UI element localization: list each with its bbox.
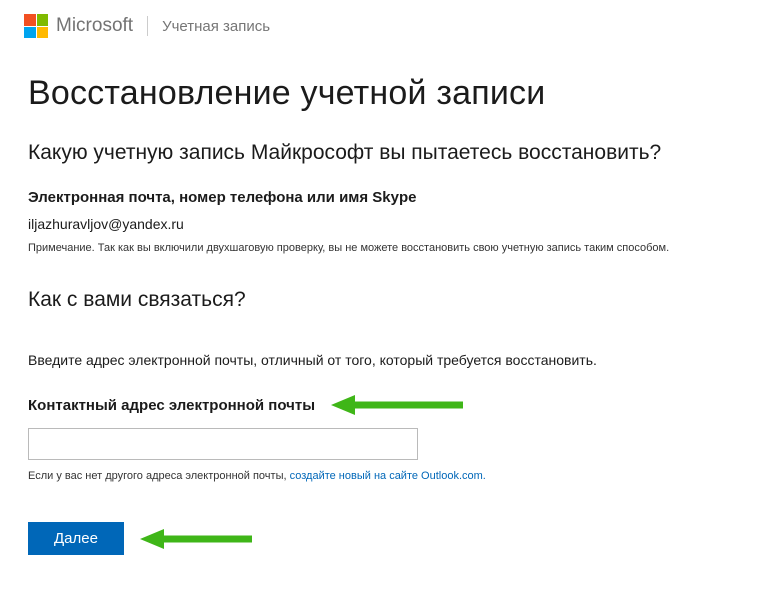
section-contact-title: Как с вами связаться? [28,288,756,312]
content: Восстановление учетной записи Какую учет… [0,50,784,555]
microsoft-logo: Microsoft [24,14,133,38]
header-divider [147,16,148,36]
next-button[interactable]: Далее [28,522,124,555]
button-row: Далее [28,522,756,555]
arrow-annotation-icon [331,392,471,418]
two-step-note: Примечание. Так как вы включили двухшаго… [28,242,756,254]
contact-instruction: Введите адрес электронной почты, отличны… [28,352,756,368]
contact-email-label: Контактный адрес электронной почты [28,397,315,414]
contact-label-row: Контактный адрес электронной почты [28,392,756,418]
outlook-hint-prefix: Если у вас нет другого адреса электронно… [28,470,290,482]
identifier-label: Электронная почта, номер телефона или им… [28,189,756,206]
arrow-annotation-icon [140,526,260,552]
page-title: Восстановление учетной записи [28,74,756,113]
brand-text: Microsoft [56,15,133,37]
microsoft-logo-icon [24,14,48,38]
create-outlook-link[interactable]: создайте новый на сайте Outlook.com. [290,470,486,482]
contact-email-input[interactable] [28,428,418,460]
header-subtitle: Учетная запись [162,18,270,35]
outlook-hint: Если у вас нет другого адреса электронно… [28,470,756,482]
header: Microsoft Учетная запись [0,0,784,50]
identifier-value: iljazhuravljov@yandex.ru [28,216,756,232]
section-which-account-title: Какую учетную запись Майкрософт вы пытае… [28,141,756,165]
